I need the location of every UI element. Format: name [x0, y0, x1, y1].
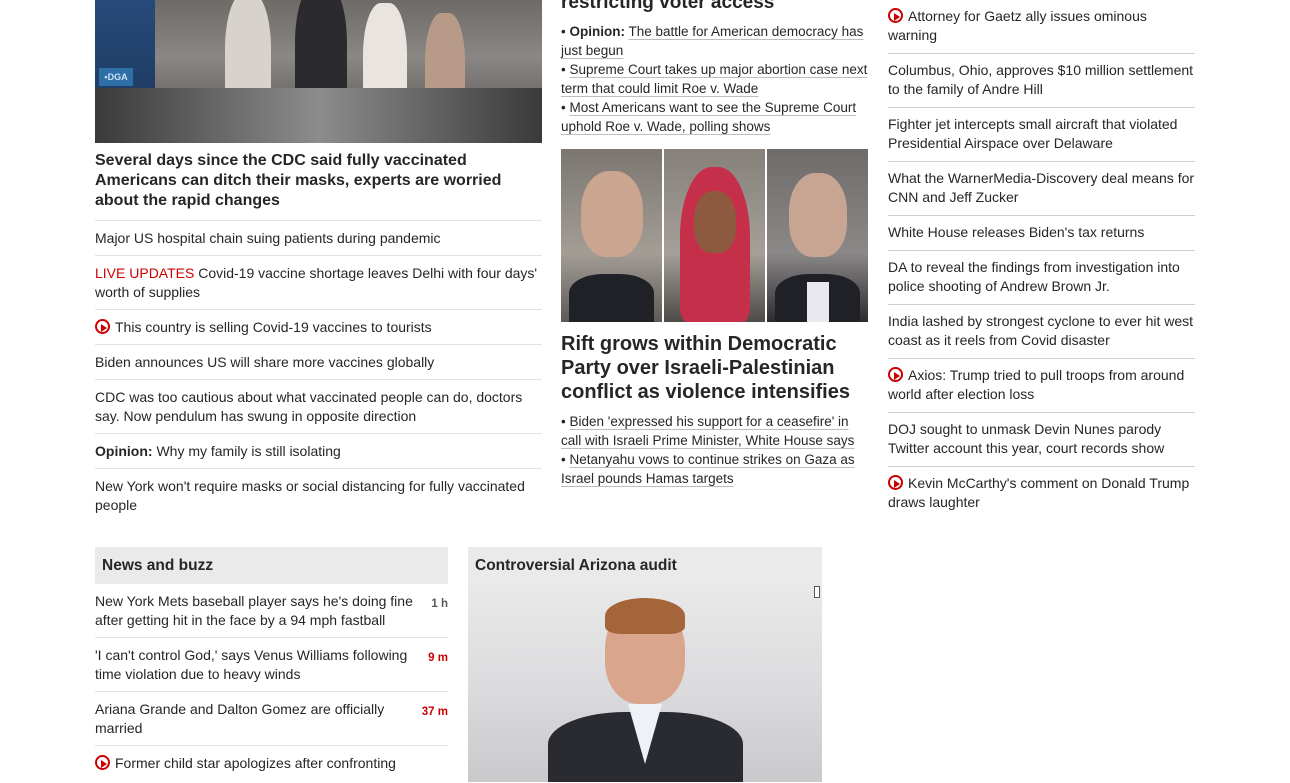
- portrait-face: [694, 191, 736, 253]
- headline-text[interactable]: Kevin McCarthy's comment on Donald Trump…: [888, 475, 1189, 510]
- headline-text[interactable]: Major US hospital chain suing patients d…: [95, 230, 441, 246]
- buzz-headline[interactable]: Ariana Grande and Dalton Gomez are offic…: [95, 700, 413, 738]
- opinion-label: Opinion:: [569, 24, 625, 39]
- headline-text[interactable]: What the WarnerMedia-Discovery deal mean…: [888, 170, 1194, 205]
- news-and-buzz-section: News and buzz New York Mets baseball pla…: [95, 547, 448, 780]
- bullet-item: • Supreme Court takes up major abortion …: [561, 62, 868, 96]
- list-item[interactable]: New York won't require masks or social d…: [95, 469, 542, 522]
- bullet-link[interactable]: Supreme Court takes up major abortion ca…: [561, 62, 867, 96]
- list-item[interactable]: Major US hospital chain suing patients d…: [95, 221, 542, 256]
- timestamp: 1 h: [431, 598, 448, 610]
- story-bullets: • Biden 'expressed his support for a cea…: [561, 404, 868, 488]
- headline-text[interactable]: Axios: Trump tried to pull troops from a…: [888, 367, 1184, 402]
- audit-video-thumbnail[interactable]: [468, 584, 822, 782]
- list-item[interactable]: Attorney for Gaetz ally issues ominous w…: [888, 0, 1195, 54]
- bullet-item: • Biden 'expressed his support for a cea…: [561, 414, 855, 448]
- list-item[interactable]: Kevin McCarthy's comment on Donald Trump…: [888, 467, 1195, 520]
- portrait-panel: [561, 149, 662, 322]
- top-stories-column: •DGA Several days since the CDC said ful…: [95, 0, 542, 522]
- bullet-link[interactable]: Netanyahu vows to continue strikes on Ga…: [561, 452, 855, 486]
- buzz-item[interactable]: Former child star apologizes after confr…: [95, 746, 448, 780]
- timestamp: 37 m: [421, 706, 448, 718]
- video-play-icon: [888, 475, 903, 490]
- list-item[interactable]: White House releases Biden's tax returns: [888, 216, 1195, 251]
- buzz-headline[interactable]: 'I can't control God,' says Venus Willia…: [95, 646, 413, 684]
- top-bullets: • Opinion: The battle for American democ…: [561, 14, 868, 136]
- section-title[interactable]: Controversial Arizona audit: [468, 547, 822, 584]
- list-item[interactable]: This country is selling Covid-19 vaccine…: [95, 310, 542, 345]
- list-item[interactable]: CDC was too cautious about what vaccinat…: [95, 380, 542, 434]
- section-title[interactable]: News and buzz: [95, 547, 448, 584]
- headline-text[interactable]: DOJ sought to unmask Devin Nunes parody …: [888, 421, 1164, 456]
- buzz-item[interactable]: Ariana Grande and Dalton Gomez are offic…: [95, 692, 448, 746]
- headline-text[interactable]: Biden announces US will share more vacci…: [95, 354, 434, 370]
- list-item[interactable]: DA to reveal the findings from investiga…: [888, 251, 1195, 305]
- bullet-item: • Netanyahu vows to continue strikes on …: [561, 452, 855, 486]
- bullet-item: • Most Americans want to see the Supreme…: [561, 100, 857, 134]
- more-news-column: Attorney for Gaetz ally issues ominous w…: [888, 0, 1195, 520]
- headline-text[interactable]: Columbus, Ohio, approves $10 million set…: [888, 62, 1193, 97]
- portrait-panel: [664, 149, 765, 322]
- list-item[interactable]: India lashed by strongest cyclone to eve…: [888, 305, 1195, 359]
- list-item[interactable]: Axios: Trump tried to pull troops from a…: [888, 359, 1195, 413]
- list-item[interactable]: DOJ sought to unmask Devin Nunes parody …: [888, 413, 1195, 467]
- buzz-headline[interactable]: Former child star apologizes after confr…: [115, 755, 396, 771]
- list-item[interactable]: Fighter jet intercepts small aircraft th…: [888, 108, 1195, 162]
- arizona-audit-section: Controversial Arizona audit: [468, 547, 822, 782]
- politicians-image[interactable]: [561, 149, 868, 322]
- portrait-suit: [569, 274, 654, 322]
- portrait-face: [789, 173, 847, 257]
- lead-headline[interactable]: Several days since the CDC said fully va…: [95, 143, 542, 221]
- list-item[interactable]: What the WarnerMedia-Discovery deal mean…: [888, 162, 1195, 216]
- headline-text[interactable]: White House releases Biden's tax returns: [888, 224, 1144, 240]
- list-item[interactable]: LIVE UPDATES Covid-19 vaccine shortage l…: [95, 256, 542, 310]
- video-play-icon: [888, 8, 903, 23]
- headline-text[interactable]: Fighter jet intercepts small aircraft th…: [888, 116, 1177, 151]
- live-updates-label: LIVE UPDATES: [95, 265, 195, 281]
- story-headline[interactable]: Rift grows within Democratic Party over …: [561, 322, 868, 404]
- portrait-face: [581, 171, 643, 257]
- portrait-shirt: [807, 282, 829, 322]
- list-item[interactable]: Columbus, Ohio, approves $10 million set…: [888, 54, 1195, 108]
- list-item[interactable]: Biden announces US will share more vacci…: [95, 345, 542, 380]
- headline-text[interactable]: Why my family is still isolating: [156, 443, 340, 459]
- top-headline[interactable]: restricting voter access: [561, 0, 868, 14]
- video-play-icon: [95, 319, 110, 334]
- buzz-headline[interactable]: New York Mets baseball player says he's …: [95, 592, 413, 630]
- buzz-item[interactable]: 'I can't control God,' says Venus Willia…: [95, 638, 448, 692]
- politics-column: restricting voter access • Opinion: The …: [561, 0, 868, 488]
- hero-image-sign: •DGA: [99, 68, 133, 86]
- bullet-link[interactable]: Most Americans want to see the Supreme C…: [561, 100, 856, 134]
- video-badge-icon: [814, 586, 820, 598]
- video-play-icon: [95, 755, 110, 770]
- video-play-icon: [888, 367, 903, 382]
- buzz-headline-row: Former child star apologizes after confr…: [95, 754, 413, 773]
- portrait-panel: [767, 149, 868, 322]
- opinion-label: Opinion:: [95, 443, 153, 459]
- thumbnail-hair: [605, 598, 685, 634]
- headline-text[interactable]: India lashed by strongest cyclone to eve…: [888, 313, 1193, 348]
- buzz-item[interactable]: New York Mets baseball player says he's …: [95, 584, 448, 638]
- bullet-link[interactable]: Biden 'expressed his support for a cease…: [561, 414, 854, 448]
- hero-image-floor: [95, 88, 542, 143]
- headline-text[interactable]: Attorney for Gaetz ally issues ominous w…: [888, 8, 1147, 43]
- list-item[interactable]: Opinion: Why my family is still isolatin…: [95, 434, 542, 469]
- headline-text[interactable]: This country is selling Covid-19 vaccine…: [115, 319, 432, 335]
- headline-text[interactable]: CDC was too cautious about what vaccinat…: [95, 389, 522, 424]
- timestamp: 9 m: [428, 652, 448, 664]
- bullet-item: • Opinion: The battle for American democ…: [561, 24, 864, 58]
- headline-text[interactable]: New York won't require masks or social d…: [95, 478, 525, 513]
- hero-image-shoppers[interactable]: •DGA: [95, 0, 542, 143]
- headline-text[interactable]: DA to reveal the findings from investiga…: [888, 259, 1180, 294]
